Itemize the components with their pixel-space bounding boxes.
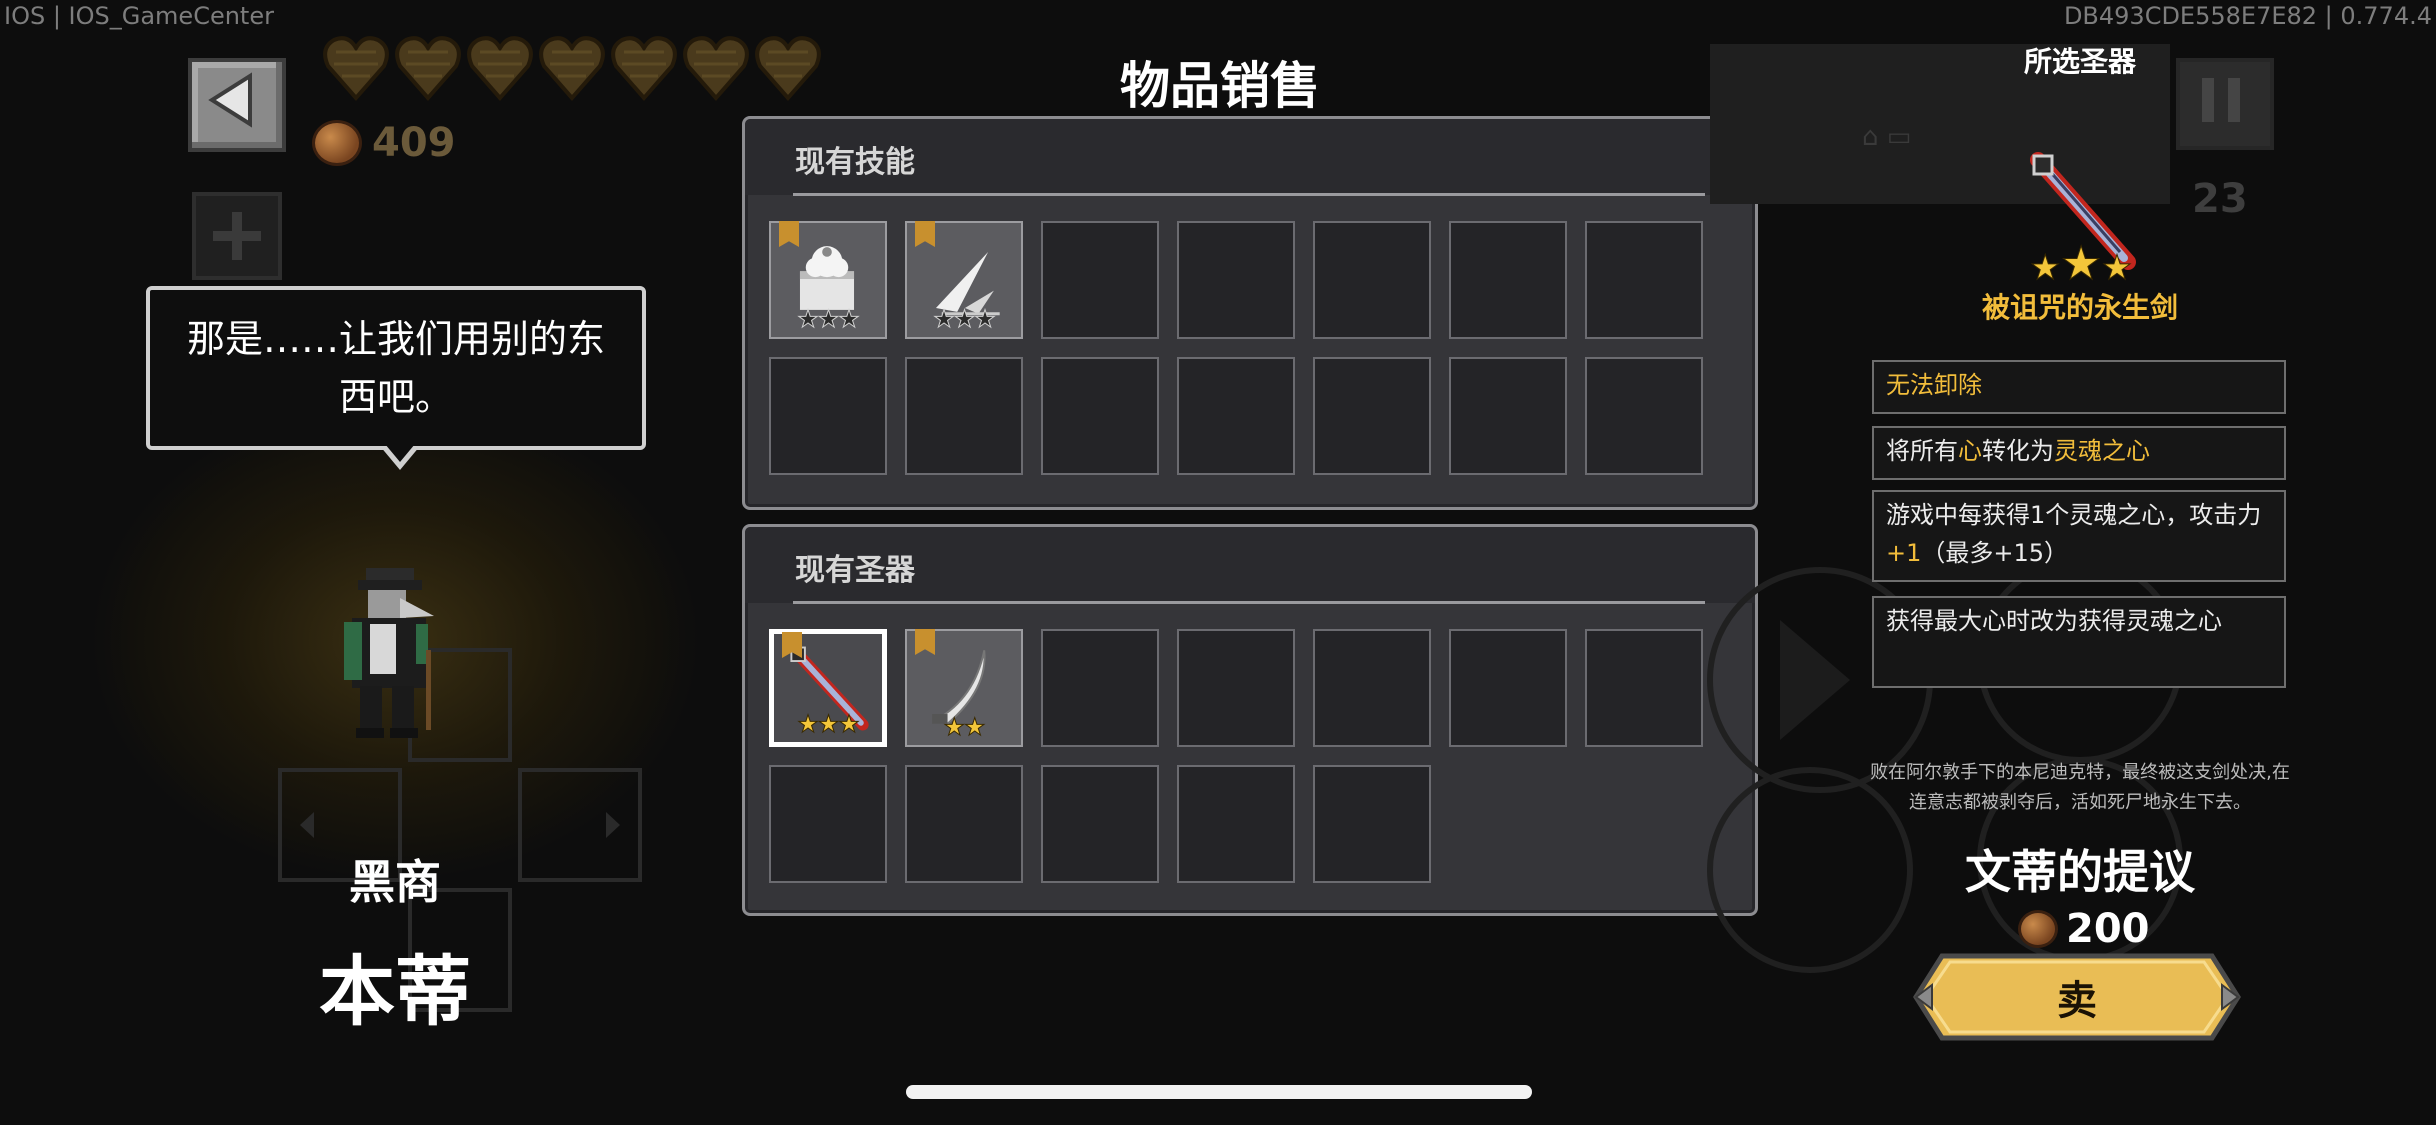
item-slot-filled[interactable]: ★★★ xyxy=(905,221,1023,339)
sell-price-amount: 200 xyxy=(2066,906,2150,952)
offer-title: 文蒂的提议 xyxy=(1965,845,2195,899)
home-indicator[interactable] xyxy=(906,1085,1532,1099)
item-slot-empty[interactable] xyxy=(1585,357,1703,475)
skills-panel: 现有技能 ★★★ ★★★ xyxy=(742,116,1758,510)
soul-heart-icon xyxy=(539,36,605,102)
pause-button[interactable] xyxy=(2176,58,2274,150)
selected-relic-header: 所选圣器 xyxy=(2023,45,2136,78)
item-slot-filled[interactable]: ★★ xyxy=(905,629,1023,747)
item-slot-empty[interactable] xyxy=(1585,221,1703,339)
item-slot-empty[interactable] xyxy=(1313,629,1431,747)
divider xyxy=(793,601,1705,604)
item-slot-empty[interactable] xyxy=(905,765,1023,883)
page-title: 物品销售 xyxy=(1120,57,1320,115)
item-slot-empty[interactable] xyxy=(1177,357,1295,475)
relic-effect-text: 游戏中每获得1个灵魂之心，攻击力 xyxy=(1886,501,2262,529)
item-slot-empty[interactable] xyxy=(1177,221,1295,339)
relics-panel-title: 现有圣器 xyxy=(795,553,915,588)
soul-heart-icon xyxy=(395,36,461,102)
item-slot-empty[interactable] xyxy=(769,357,887,475)
item-slot-empty[interactable] xyxy=(1041,765,1159,883)
relic-effect-item: 将所有心转化为灵魂之心 xyxy=(1872,426,2286,480)
sell-price: 200 xyxy=(2018,906,2150,952)
map-room-icon: ⌂ ▭ xyxy=(1862,122,1912,152)
npc-speech-bubble: 那是……让我们用别的东西吧。 xyxy=(146,286,646,450)
soul-heart-icon xyxy=(323,36,389,102)
relic-effect-text: 转化为 xyxy=(1982,437,2054,465)
relic-lore-text: 败在阿尔敦手下的本尼迪克特，最终被这支剑处决,在连意志都被剥夺后，活如死尸地永生… xyxy=(1870,762,2290,813)
relic-effect-text: +1 xyxy=(1886,539,1922,567)
item-slot-empty[interactable] xyxy=(1449,629,1567,747)
star-rating: ★★★ xyxy=(933,305,997,333)
relic-effect-item: 游戏中每获得1个灵魂之心，攻击力 +1（最多+15） xyxy=(1872,490,2286,582)
divider xyxy=(793,193,1705,196)
item-slot-empty[interactable] xyxy=(769,765,887,883)
star-rating: ★★★ xyxy=(797,305,861,333)
relic-effect-text: 将所有 xyxy=(1886,437,1958,465)
item-slot-empty[interactable] xyxy=(1041,221,1159,339)
item-slot-filled[interactable]: ★★★ xyxy=(769,221,887,339)
game-screen: IOS | IOS_GameCenter DB493CDE558E7E82 | … xyxy=(0,0,2436,1125)
npc-name-label: 本蒂 xyxy=(319,947,471,1036)
relic-effect-item: 获得最大心时改为获得灵魂之心 xyxy=(1872,596,2286,688)
soul-heart-icon xyxy=(611,36,677,102)
star-rating: ★★ xyxy=(943,713,986,741)
soul-heart-icon xyxy=(755,36,821,102)
plus-icon xyxy=(213,212,261,260)
npc-role-label: 黑商 xyxy=(349,855,441,909)
coin-counter: 409 xyxy=(312,120,456,166)
item-slot-empty[interactable] xyxy=(1041,357,1159,475)
relic-effect-text: 获得最大心时改为获得灵魂之心 xyxy=(1886,607,2222,635)
item-slot-empty[interactable] xyxy=(1313,221,1431,339)
item-slot-filled[interactable]: ★★★ xyxy=(769,629,887,747)
soul-heart-icon xyxy=(467,36,533,102)
coin-amount: 409 xyxy=(372,120,456,166)
relic-effect-item: 无法卸除 xyxy=(1872,360,2286,414)
soul-heart-icon xyxy=(683,36,749,102)
merchant-character-sprite xyxy=(344,568,434,738)
item-slot-empty[interactable] xyxy=(1449,221,1567,339)
relic-effect-text: 心 xyxy=(1958,437,1982,465)
platform-debug-label: IOS | IOS_GameCenter xyxy=(4,2,274,30)
relic-effect-text: 灵魂之心 xyxy=(2054,437,2150,465)
health-bar xyxy=(322,30,822,102)
star-rating: ★★★ xyxy=(797,710,861,738)
item-slot-empty[interactable] xyxy=(1177,765,1295,883)
item-slot-empty[interactable] xyxy=(1585,629,1703,747)
item-slot-empty[interactable] xyxy=(905,357,1023,475)
selected-relic-stars: ★★★ xyxy=(2029,236,2133,291)
back-arrow-icon xyxy=(208,72,252,128)
relics-panel: 现有圣器 ★★★ ★★ xyxy=(742,524,1758,916)
plus-button[interactable] xyxy=(192,192,282,280)
enemy-counter: 23 xyxy=(2192,176,2248,222)
coin-icon xyxy=(2018,910,2058,948)
item-slot-empty[interactable] xyxy=(1177,629,1295,747)
item-slot-empty[interactable] xyxy=(1313,765,1431,883)
selected-relic-name: 被诅咒的永生剑 xyxy=(1981,291,2178,324)
item-slot-empty[interactable] xyxy=(1313,357,1431,475)
item-slot-empty[interactable] xyxy=(1449,357,1567,475)
relic-effect-text: （最多+15） xyxy=(1921,539,2069,567)
skills-panel-title: 现有技能 xyxy=(795,145,915,180)
item-slot-empty[interactable] xyxy=(1041,629,1159,747)
build-debug-label: DB493CDE558E7E82 | 0.774.4 xyxy=(2063,2,2432,30)
relic-effect-text: 无法卸除 xyxy=(1886,371,1982,399)
coin-icon xyxy=(312,120,362,166)
pause-icon xyxy=(2202,78,2240,122)
sell-button[interactable]: 卖 xyxy=(1912,952,2242,1042)
sell-button-label: 卖 xyxy=(2057,978,2097,1024)
back-button[interactable] xyxy=(188,58,286,152)
npc-dialogue-text: 那是……让我们用别的东西吧。 xyxy=(186,317,605,419)
